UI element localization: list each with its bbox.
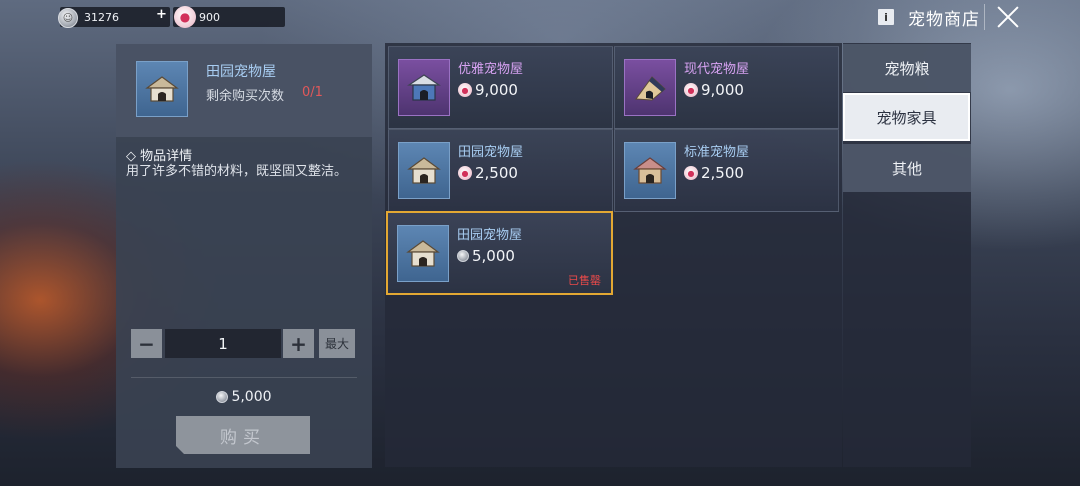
page-title: 宠物商店 [908,9,980,30]
item-card-standard-house[interactable]: 标准宠物屋 ● 2,500 [614,129,839,212]
paw-icon: ● [684,83,698,97]
item-price-value: 5,000 [472,247,515,265]
item-card-elegant-house[interactable]: 优雅宠物屋 ● 9,000 [388,46,613,129]
buy-button[interactable]: 购买 [176,416,310,454]
item-icon [624,142,676,199]
top-bar: ☺ 31276 + ● 900 i 宠物商店 [0,0,1080,34]
detail-divider [131,377,357,378]
item-icon [398,142,450,199]
paw-icon: ● [458,166,472,180]
quantity-value[interactable]: 1 [165,329,281,358]
close-icon[interactable] [996,5,1020,29]
silver-coin-icon: ☺ [58,8,78,28]
item-price: ● 2,500 [684,164,744,182]
pet-house-icon [407,156,441,184]
silver-amount: 31276 [84,10,119,24]
item-price: ● 2,500 [458,164,518,182]
shop-title-area: i 宠物商店 [878,5,980,30]
tab-pet-furniture[interactable]: 宠物家具 [843,93,970,141]
item-detail-panel: 田园宠物屋 剩余购买次数 0/1 ◇ 物品详情 用了许多不错的材料，既坚固又整洁… [116,44,372,468]
pet-house-icon [406,239,440,267]
remaining-purchases-count: 0/1 [302,85,323,100]
tab-pet-food[interactable]: 宠物粮 [843,44,971,92]
quantity-stepper: − 1 + 最大 [131,329,356,358]
sold-out-badge: 已售罄 [568,274,601,287]
paw-icon: ● [458,83,472,97]
pet-house-icon [407,73,441,101]
decrease-quantity-button[interactable]: − [131,329,162,358]
item-name: 标准宠物屋 [684,145,750,160]
item-name: 田园宠物屋 [457,228,523,243]
item-price-value: 2,500 [701,164,744,182]
info-icon[interactable]: i [878,9,894,25]
item-icon [398,59,450,116]
pet-house-icon [635,75,666,101]
tab-other[interactable]: 其他 [843,144,971,192]
item-name: 田园宠物屋 [458,145,524,160]
detail-item-icon [136,61,188,117]
item-price: ● 9,000 [458,81,518,99]
item-icon [624,59,676,116]
silver-currency-display: ☺ 31276 + [58,7,170,28]
item-card-rustic-house[interactable]: 田园宠物屋 ● 2,500 [388,129,613,212]
item-name: 优雅宠物屋 [458,62,524,77]
close-button[interactable] [984,0,1080,34]
paw-currency-display: ● 900 [173,6,285,28]
paw-icon: ● [174,6,196,28]
close-divider [984,4,985,30]
item-price-value: 9,000 [475,81,518,99]
pet-house-icon [633,156,667,184]
silver-coin-icon [216,391,229,403]
item-description: 用了许多不错的材料，既坚固又整洁。 [126,164,348,179]
paw-amount: 900 [199,10,220,24]
item-price-value: 2,500 [475,164,518,182]
item-name: 现代宠物屋 [684,62,750,77]
detail-header: 田园宠物屋 剩余购买次数 0/1 [116,44,372,137]
item-icon [397,225,449,282]
item-price-value: 9,000 [701,81,744,99]
remaining-purchases-label: 剩余购买次数 [206,89,285,104]
item-details-heading: ◇ 物品详情 [126,149,193,164]
item-price: 5,000 [457,247,515,265]
item-price: ● 9,000 [684,81,744,99]
increase-quantity-button[interactable]: + [283,329,314,358]
add-silver-button[interactable]: + [156,7,167,22]
category-tabs: 宠物粮 宠物家具 其他 [843,43,971,467]
silver-coin-icon [457,250,469,262]
total-price-value: 5,000 [231,389,272,405]
pet-house-icon [145,76,179,102]
detail-item-name: 田园宠物屋 [206,64,276,80]
paw-icon: ● [684,166,698,180]
item-card-modern-house[interactable]: 现代宠物屋 ● 9,000 [614,46,839,129]
total-price: 5,000 [116,388,372,406]
item-card-rustic-house-silver[interactable]: 田园宠物屋 5,000 已售罄 [386,211,613,295]
item-grid: 优雅宠物屋 ● 9,000 现代宠物屋 ● 9,000 田园宠物屋 ● 2,50… [385,43,842,467]
max-quantity-button[interactable]: 最大 [319,329,355,358]
